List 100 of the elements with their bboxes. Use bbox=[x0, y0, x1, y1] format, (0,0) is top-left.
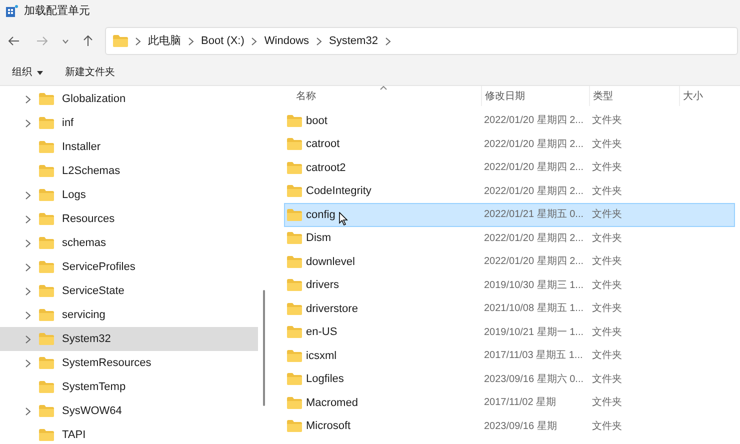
folder-icon bbox=[287, 279, 302, 292]
folder-icon bbox=[39, 261, 54, 273]
chevron-icon[interactable] bbox=[25, 334, 31, 344]
tree-item[interactable]: SystemTemp bbox=[0, 375, 258, 399]
file-row[interactable]: Dism 2022/01/20 星期四 2... 文件夹 bbox=[284, 226, 735, 250]
file-row[interactable]: en-US 2019/10/21 星期一 1... 文件夹 bbox=[284, 320, 735, 344]
folder-icon bbox=[287, 232, 302, 244]
file-type: 文件夹 bbox=[591, 348, 623, 364]
file-row[interactable]: driverstore 2021/10/08 星期五 1... 文件夹 bbox=[284, 297, 735, 320]
chevron-icon[interactable] bbox=[25, 406, 31, 416]
column-header[interactable]: 名称 bbox=[284, 88, 481, 104]
chevron-icon[interactable] bbox=[25, 118, 31, 128]
file-type: 文件夹 bbox=[591, 420, 623, 434]
file-row[interactable]: catroot 2022/01/20 星期四 2... 文件夹 bbox=[284, 132, 735, 156]
file-row[interactable]: CodeIntegrity 2022/01/20 星期四 2... 文件夹 bbox=[284, 180, 735, 203]
file-type: 文件夹 bbox=[591, 302, 623, 316]
dropdown-icon[interactable] bbox=[62, 38, 69, 44]
file-date: 2022/01/20 星期四 2... bbox=[483, 184, 585, 199]
chevron-icon[interactable] bbox=[25, 94, 31, 104]
toolbar-button[interactable]: 组织 bbox=[12, 65, 43, 80]
tree-item[interactable]: schemas bbox=[0, 231, 258, 255]
chevron-icon[interactable] bbox=[188, 36, 194, 46]
file-name: catroot bbox=[306, 137, 340, 152]
tree-item[interactable]: Resources bbox=[0, 207, 258, 231]
tree-item[interactable]: SystemResources bbox=[0, 351, 258, 375]
tree-item[interactable]: L2Schemas bbox=[0, 159, 258, 183]
chevron-icon[interactable] bbox=[25, 238, 31, 248]
folder-icon bbox=[287, 256, 302, 268]
tree-item[interactable]: Installer bbox=[0, 135, 258, 159]
file-date: 2022/01/20 星期四 2... bbox=[483, 160, 585, 176]
folder-icon bbox=[39, 117, 54, 129]
tree-item[interactable]: inf bbox=[0, 111, 258, 135]
folder-icon bbox=[39, 357, 54, 369]
file-name: catroot2 bbox=[306, 160, 346, 176]
folder-icon bbox=[287, 373, 302, 386]
scrollbar[interactable] bbox=[263, 290, 265, 406]
tree-item[interactable]: System32 bbox=[0, 327, 258, 351]
chevron-icon[interactable] bbox=[316, 36, 322, 46]
tree-item[interactable]: ServiceProfiles bbox=[0, 255, 258, 279]
tree-item-label: Logs bbox=[62, 188, 86, 203]
breadcrumb[interactable]: Boot (X:) bbox=[201, 32, 244, 50]
chevron-icon[interactable] bbox=[135, 36, 141, 46]
file-type: 文件夹 bbox=[591, 326, 623, 340]
chevron-icon[interactable] bbox=[25, 310, 31, 320]
file-row[interactable]: Microsoft 2023/09/16 星期 文件夹 bbox=[284, 414, 735, 438]
file-name: en-US bbox=[306, 325, 338, 340]
folder-icon bbox=[287, 350, 302, 362]
file-row[interactable]: icsxml 2017/11/03 星期五 1... 文件夹 bbox=[284, 344, 735, 368]
file-type: 文件夹 bbox=[591, 396, 623, 410]
folder-icon bbox=[39, 165, 54, 177]
app-icon bbox=[6, 5, 18, 17]
toolbar-button[interactable]: 新建文件夹 bbox=[65, 65, 115, 80]
tree-item-label: servicing bbox=[62, 308, 106, 323]
tree-item[interactable]: Logs bbox=[0, 183, 258, 207]
column-header[interactable]: 类型 bbox=[589, 86, 679, 106]
file-type: 文件夹 bbox=[591, 372, 623, 387]
chevron-icon[interactable] bbox=[251, 36, 258, 46]
tree-item[interactable]: servicing bbox=[0, 303, 258, 327]
folder-icon bbox=[39, 405, 54, 417]
column-header[interactable]: 修改日期 bbox=[481, 86, 589, 106]
file-row[interactable]: Logfiles 2023/09/16 星期六 0... 文件夹 bbox=[284, 368, 735, 391]
up-icon[interactable] bbox=[83, 35, 93, 47]
file-name: driverstore bbox=[306, 302, 358, 316]
tree-item[interactable]: SysWOW64 bbox=[0, 399, 258, 423]
tree-item[interactable]: TAPI bbox=[0, 423, 258, 444]
tree-item[interactable]: Globalization bbox=[0, 87, 258, 111]
tree-item-label: Resources bbox=[62, 212, 115, 227]
tree-item-label: SystemResources bbox=[62, 356, 152, 371]
chevron-icon[interactable] bbox=[25, 190, 31, 200]
file-row[interactable]: downlevel 2022/01/20 星期四 2... 文件夹 bbox=[284, 250, 735, 274]
chevron-icon[interactable] bbox=[25, 358, 31, 368]
file-row[interactable]: drivers 2019/10/30 星期三 1... 文件夹 bbox=[284, 274, 735, 297]
file-type: 文件夹 bbox=[591, 160, 623, 176]
tree-item-label: schemas bbox=[62, 236, 106, 251]
file-row[interactable]: catroot2 2022/01/20 星期四 2... 文件夹 bbox=[284, 156, 735, 180]
chevron-icon[interactable] bbox=[25, 286, 31, 296]
file-date: 2017/11/02 星期 bbox=[483, 396, 558, 410]
tree-item-label: ServiceProfiles bbox=[62, 260, 136, 275]
breadcrumb[interactable]: Windows bbox=[264, 32, 310, 50]
file-type: 文件夹 bbox=[591, 278, 623, 293]
chevron-icon[interactable] bbox=[25, 214, 31, 224]
file-name: Microsoft bbox=[306, 419, 351, 434]
chevron-icon[interactable] bbox=[384, 36, 391, 46]
file-name: icsxml bbox=[306, 348, 337, 364]
breadcrumb[interactable]: System32 bbox=[329, 32, 378, 50]
file-row[interactable]: Macromed 2017/11/02 星期 文件夹 bbox=[284, 391, 735, 414]
folder-icon bbox=[287, 302, 302, 315]
tree-item-label: Installer bbox=[62, 140, 101, 155]
file-date: 2022/01/20 星期四 2... bbox=[483, 138, 585, 152]
back-icon[interactable] bbox=[8, 36, 20, 46]
chevron-icon[interactable] bbox=[25, 262, 31, 272]
file-row[interactable]: boot 2022/01/20 星期四 2... 文件夹 bbox=[284, 109, 735, 132]
file-row[interactable]: config 2022/01/21 星期五 0... 文件夹 bbox=[284, 203, 735, 226]
breadcrumb[interactable]: 此电脑 bbox=[148, 32, 181, 50]
address-bar[interactable]: 此电脑 Boot (X:) Windows System32 bbox=[105, 27, 738, 55]
column-header[interactable]: 大小 bbox=[679, 86, 729, 106]
caret-icon bbox=[37, 70, 43, 74]
tree-item-label: SystemTemp bbox=[62, 380, 126, 395]
folder-icon bbox=[287, 138, 302, 150]
tree-item[interactable]: ServiceState bbox=[0, 279, 258, 303]
